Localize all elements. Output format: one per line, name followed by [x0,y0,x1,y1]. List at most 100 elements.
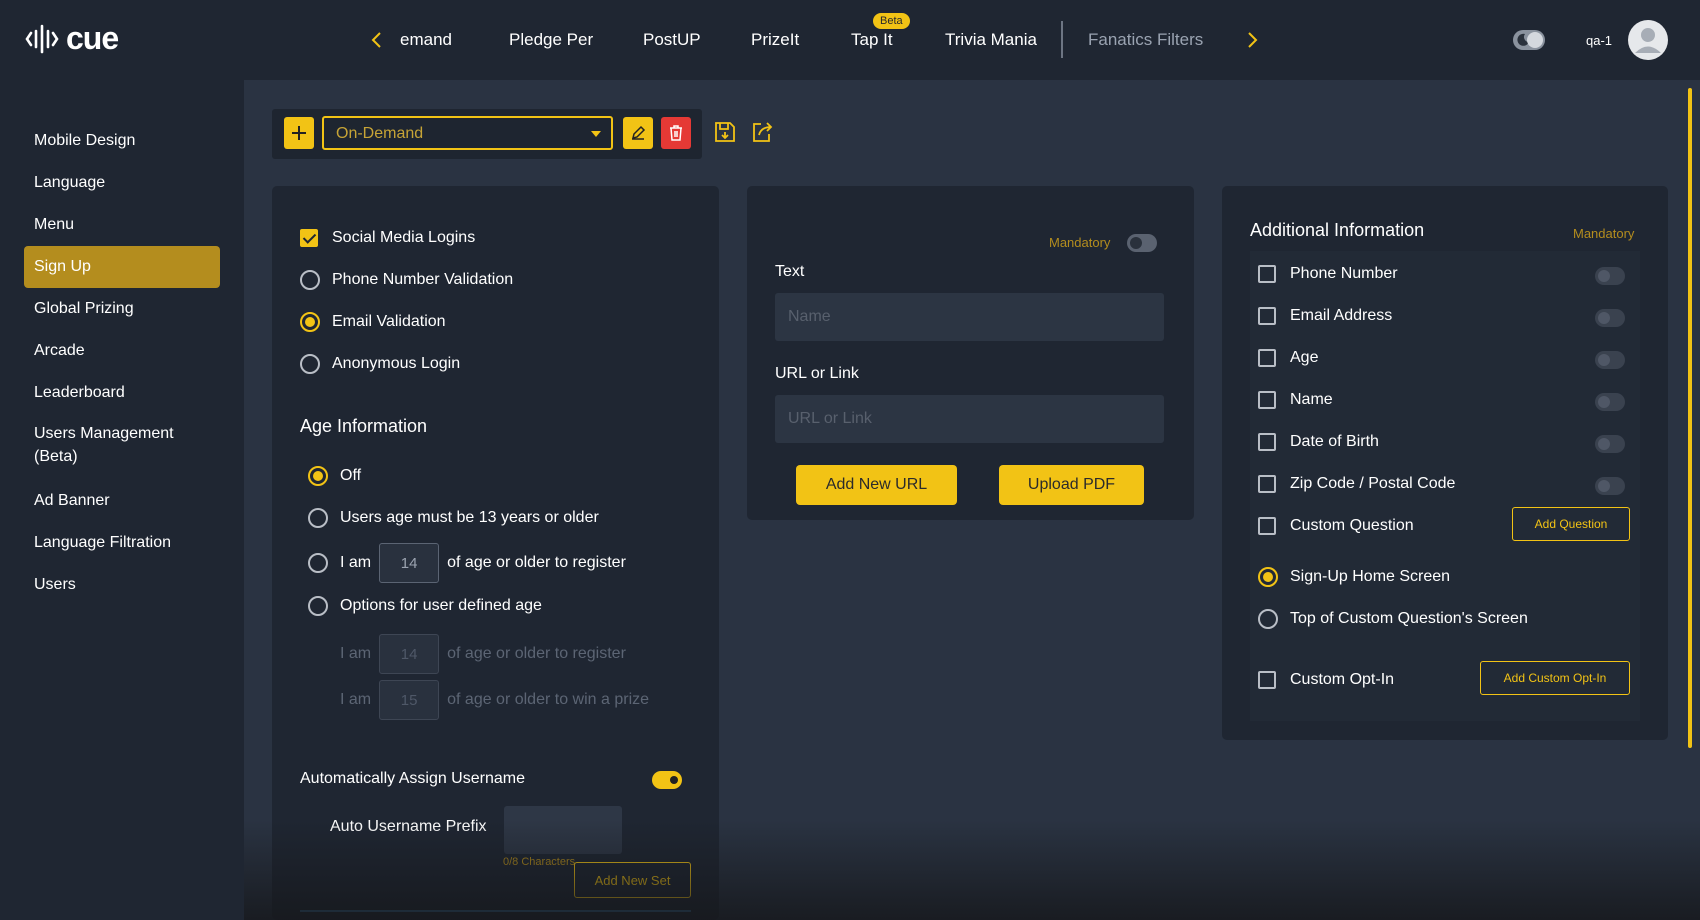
user-name[interactable]: qa-1 [1586,33,1612,48]
field-dob[interactable]: Date of Birth [1258,433,1379,451]
tab-tap-it[interactable]: Tap It [851,30,893,50]
custom-question-label: Custom Question [1290,517,1414,534]
add-new-set-button[interactable]: Add New Set [574,862,691,898]
sidebar-item-ad-banner[interactable]: Ad Banner [24,480,220,522]
link-mandatory-toggle[interactable] [1127,234,1157,252]
field-age-toggle[interactable] [1595,351,1625,369]
sidebar-item-leaderboard[interactable]: Leaderboard [24,372,220,414]
add-question-button[interactable]: Add Question [1512,507,1630,541]
url-input[interactable]: URL or Link [775,395,1164,443]
nav-prev-button[interactable] [366,26,386,54]
tab-prizeit[interactable]: PrizeIt [751,30,799,50]
additional-fields-panel: Phone Number Email Address Age Name Date… [1250,251,1640,721]
field-email[interactable]: Email Address [1258,307,1392,325]
field-age[interactable]: Age [1258,349,1318,367]
prefix-input[interactable] [504,806,622,854]
edit-button[interactable] [623,117,653,149]
field-custom-optin[interactable]: Custom Opt-In [1258,671,1394,689]
field-dob-toggle-knob [1598,438,1610,450]
logo-text: cue [66,20,119,56]
field-name-toggle[interactable] [1595,393,1625,411]
email-validation-radio[interactable] [300,312,320,332]
custom-question-checkbox[interactable] [1258,517,1276,535]
game-select-dropdown[interactable]: On-Demand [322,116,613,150]
top-custom-label: Top of Custom Question's Screen [1290,610,1528,627]
upload-pdf-button[interactable]: Upload PDF [999,465,1144,505]
age-value-input[interactable]: 14 [379,543,440,583]
age-option-custom[interactable]: I am 14 of age or older to register [308,543,626,583]
custom-optin-checkbox[interactable] [1258,671,1276,689]
field-zip-checkbox[interactable] [1258,475,1276,493]
avatar[interactable] [1628,20,1668,60]
theme-toggle[interactable] [1513,30,1545,50]
login-option-email[interactable]: Email Validation [300,312,446,332]
field-dob-checkbox[interactable] [1258,433,1276,451]
field-name-checkbox[interactable] [1258,391,1276,409]
field-age-checkbox[interactable] [1258,349,1276,367]
field-email-checkbox[interactable] [1258,307,1276,325]
placement-top-custom[interactable]: Top of Custom Question's Screen [1258,609,1528,629]
social-logins-checkbox[interactable] [300,229,318,247]
sidebar-item-mobile-design[interactable]: Mobile Design [24,120,220,162]
login-option-social[interactable]: Social Media Logins [300,229,475,247]
text-input[interactable]: Name [775,293,1164,341]
register-age-input[interactable]: 14 [379,634,440,674]
tab-postup[interactable]: PostUP [643,30,701,50]
page-scrollbar[interactable] [1688,88,1692,748]
home-screen-radio[interactable] [1258,567,1278,587]
field-phone[interactable]: Phone Number [1258,265,1398,283]
tab-fanatics-filters[interactable]: Fanatics Filters [1088,30,1203,50]
sidebar-item-sign-up[interactable]: Sign Up [24,246,220,288]
age-option-off[interactable]: Off [308,466,361,486]
prize-i-am-label: I am [340,691,372,708]
sidebar-item-users-management[interactable]: Users Management (Beta) [24,418,220,472]
prize-age-input[interactable]: 15 [379,680,440,720]
tab-pledge-per[interactable]: Pledge Per [509,30,593,50]
delete-button[interactable] [661,117,691,149]
field-zip-toggle[interactable] [1595,477,1625,495]
sidebar-item-users[interactable]: Users [24,564,220,606]
sidebar-item-language[interactable]: Language [24,162,220,204]
age-13-radio[interactable] [308,508,328,528]
field-phone-toggle[interactable] [1595,267,1625,285]
sidebar-item-arcade[interactable]: Arcade [24,330,220,372]
top-custom-radio[interactable] [1258,609,1278,629]
sidebar-item-global-prizing[interactable]: Global Prizing [24,288,220,330]
placement-home[interactable]: Sign-Up Home Screen [1258,567,1450,587]
plus-icon [292,126,306,140]
sidebar-item-menu[interactable]: Menu [24,204,220,246]
phone-validation-radio[interactable] [300,270,320,290]
nav-next-button[interactable] [1243,26,1263,54]
field-dob-toggle[interactable] [1595,435,1625,453]
field-name[interactable]: Name [1258,391,1333,409]
auto-username-toggle[interactable] [652,771,682,789]
field-dob-label: Date of Birth [1290,433,1379,450]
age-off-radio[interactable] [308,466,328,486]
beta-badge: Beta [873,13,910,29]
save-icon[interactable] [713,120,737,144]
field-phone-checkbox[interactable] [1258,265,1276,283]
age-info-title: Age Information [300,416,428,436]
add-new-url-button[interactable]: Add New URL [796,465,957,505]
login-option-phone[interactable]: Phone Number Validation [300,270,513,290]
anonymous-login-radio[interactable] [300,354,320,374]
login-option-anonymous[interactable]: Anonymous Login [300,354,460,374]
age-user-defined-radio[interactable] [308,596,328,616]
field-zip[interactable]: Zip Code / Postal Code [1258,475,1455,493]
logo[interactable]: cue [24,20,119,57]
field-email-toggle[interactable] [1595,309,1625,327]
age-option-13[interactable]: Users age must be 13 years or older [308,508,599,528]
export-icon[interactable] [751,120,775,144]
tab-on-demand[interactable]: emand [400,30,452,50]
nav-divider [1061,21,1063,58]
age-option-user-defined[interactable]: Options for user defined age [308,596,542,616]
sidebar-item-language-filtration[interactable]: Language Filtration [24,522,220,564]
age-custom-radio[interactable] [308,553,328,573]
tab-trivia-mania[interactable]: Trivia Mania [945,30,1037,50]
add-custom-optin-button[interactable]: Add Custom Opt-In [1480,661,1630,695]
add-button[interactable] [284,117,314,149]
field-custom-question[interactable]: Custom Question [1258,517,1414,535]
home-screen-label: Sign-Up Home Screen [1290,568,1451,585]
field-phone-toggle-knob [1598,270,1610,282]
auto-username-label: Automatically Assign Username [300,770,525,787]
